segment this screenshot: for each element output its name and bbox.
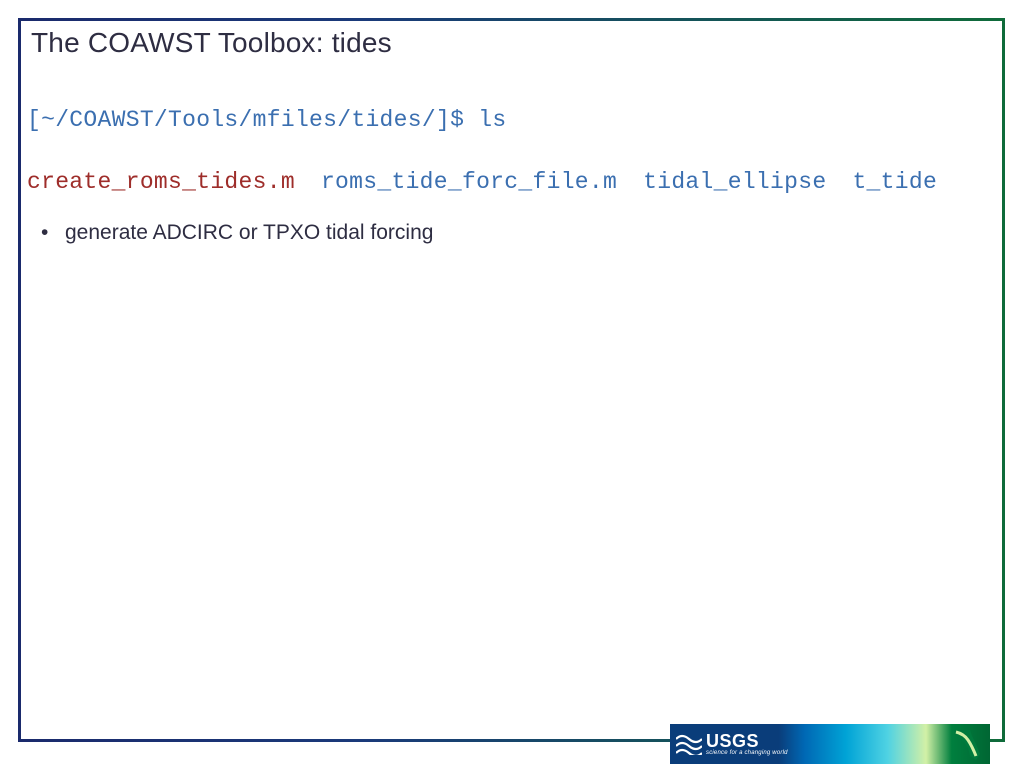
ls-file-tidal-ellipse: tidal_ellipse (643, 169, 826, 195)
florida-icon (950, 726, 986, 762)
bullet-list: generate ADCIRC or TPXO tidal forcing (35, 221, 433, 245)
slide-stage: The COAWST Toolbox: tides [~/COAWST/Tool… (0, 0, 1024, 768)
ls-file-roms-tide-forc: roms_tide_forc_file.m (321, 169, 617, 195)
usgs-tagline: science for a changing world (706, 750, 788, 756)
usgs-name: USGS (706, 732, 788, 750)
footer-logo-bar: USGS science for a changing world (670, 724, 990, 764)
ls-file-t-tide: t_tide (852, 169, 937, 195)
usgs-logo: USGS science for a changing world (670, 724, 788, 764)
ls-file-create-roms-tides: create_roms_tides.m (27, 169, 295, 195)
terminal-prompt: [~/COAWST/Tools/mfiles/tides/]$ ls (27, 107, 506, 133)
slide-frame: The COAWST Toolbox: tides [~/COAWST/Tool… (18, 18, 1005, 742)
bullet-item: generate ADCIRC or TPXO tidal forcing (35, 221, 433, 245)
ls-output: create_roms_tides.m roms_tide_forc_file.m… (27, 169, 937, 195)
usgs-wave-icon (676, 733, 702, 755)
slide-title: The COAWST Toolbox: tides (31, 27, 392, 59)
usgs-text-block: USGS science for a changing world (706, 732, 788, 756)
